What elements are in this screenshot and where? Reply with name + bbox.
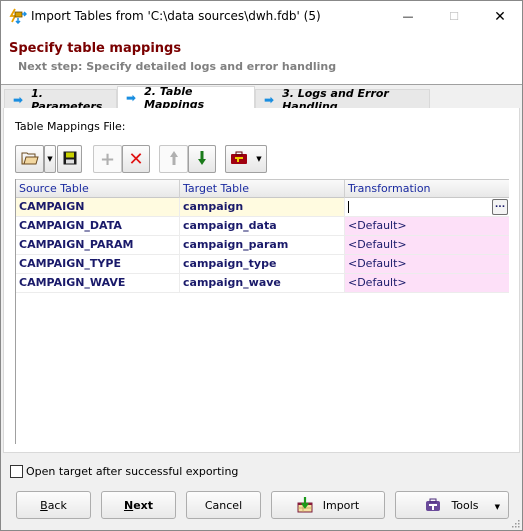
next-mnemonic: N (123, 498, 134, 512)
open-target-checkbox[interactable] (10, 464, 23, 478)
arrow-right-icon: ➡ (264, 92, 275, 107)
tools-button[interactable]: Tools ▼ (395, 491, 509, 519)
chevron-down-icon: ▼ (494, 503, 500, 511)
transformation-cell[interactable]: <Default> (345, 236, 509, 254)
wizard-tabs: ➡ 1. Parameters ➡ 3. Logs and Error Hand… (1, 84, 522, 113)
transformation-cell[interactable]: <Default> (345, 274, 509, 292)
arrow-up-icon (169, 150, 179, 169)
chevron-down-icon: ▼ (47, 155, 53, 163)
column-header-target[interactable]: Target Table (180, 180, 345, 198)
ellipsis-button[interactable]: ... (492, 199, 508, 215)
minimize-icon: — (402, 10, 414, 23)
text-caret (348, 201, 349, 213)
arrow-right-icon: ➡ (13, 92, 24, 107)
maximize-icon: ☐ (449, 10, 459, 23)
next-button[interactable]: Next (101, 491, 176, 519)
arrow-down-icon (197, 150, 207, 169)
arrow-right-icon: ➡ (126, 91, 137, 105)
open-target-option[interactable]: Open target after successful exporting (10, 463, 238, 479)
back-mnemonic: B (40, 498, 48, 512)
floppy-disk-icon (63, 151, 77, 168)
step-title: Specify table mappings (9, 41, 182, 56)
source-table-cell[interactable]: CAMPAIGN_WAVE (16, 274, 180, 292)
open-mappings-dropdown[interactable]: ▼ (44, 145, 56, 173)
close-button[interactable]: ✕ (477, 1, 523, 32)
table-row[interactable]: CAMPAIGN campaign ... (16, 198, 509, 217)
mapping-tools-button[interactable]: ▼ (225, 145, 267, 173)
source-table-cell[interactable]: CAMPAIGN_PARAM (16, 236, 180, 254)
toolbox-icon (425, 498, 441, 512)
move-down-button[interactable] (188, 145, 216, 173)
tab-parameters[interactable]: ➡ 1. Parameters (4, 87, 117, 113)
delete-icon: ✕ (128, 148, 144, 170)
folder-open-icon (21, 151, 39, 168)
target-table-cell[interactable]: campaign_param (180, 236, 345, 254)
table-row[interactable]: CAMPAIGN_TYPE campaign_type <Default> (16, 255, 509, 274)
tab-logs-and-error-handling[interactable]: ➡ 3. Logs and Error Handling (255, 87, 430, 113)
target-table-cell[interactable]: campaign (180, 198, 345, 216)
open-target-label: Open target after successful exporting (26, 464, 239, 478)
table-mappings-page: Table Mappings File: ▼ + ✕ ▼ Source Tabl… (3, 108, 520, 453)
chevron-down-icon: ▼ (256, 155, 262, 163)
target-table-cell[interactable]: campaign_type (180, 255, 345, 273)
transformation-cell[interactable]: <Default> (345, 255, 509, 273)
source-table-cell[interactable]: CAMPAIGN_TYPE (16, 255, 180, 273)
delete-mapping-button[interactable]: ✕ (122, 145, 150, 173)
target-table-cell[interactable]: campaign_wave (180, 274, 345, 292)
wizard-header: Specify table mappings Next step: Specif… (1, 32, 522, 84)
transformation-editor[interactable]: ... (345, 198, 509, 216)
open-mappings-button[interactable] (15, 145, 44, 173)
cancel-label: Cancel (204, 498, 243, 512)
tools-label: Tools (451, 498, 479, 512)
table-row[interactable]: CAMPAIGN_DATA campaign_data <Default> (16, 217, 509, 236)
import-label: Import (322, 498, 360, 512)
next-step-hint: Next step: Specify detailed logs and err… (18, 60, 337, 73)
import-tables-dialog: Import Tables from 'C:\data sources\dwh.… (0, 0, 523, 531)
app-icon (9, 8, 28, 25)
cancel-button[interactable]: Cancel (186, 491, 261, 519)
back-button[interactable]: Back (16, 491, 91, 519)
grid-header: Source Table Target Table Transformation (16, 179, 509, 198)
column-header-source[interactable]: Source Table (16, 180, 180, 198)
move-up-button[interactable] (159, 145, 188, 173)
target-table-cell[interactable]: campaign_data (180, 217, 345, 235)
mappings-grid: Source Table Target Table Transformation… (15, 179, 509, 444)
next-label: ext (133, 498, 154, 512)
plus-icon: + (99, 148, 116, 170)
back-label: ack (47, 498, 67, 512)
save-mappings-button[interactable] (57, 145, 82, 173)
resize-grip[interactable] (510, 518, 520, 528)
maximize-button[interactable]: ☐ (431, 1, 477, 32)
title-bar: Import Tables from 'C:\data sources\dwh.… (1, 1, 522, 32)
window-title: Import Tables from 'C:\data sources\dwh.… (31, 9, 321, 23)
import-icon (297, 497, 313, 513)
transformation-cell[interactable]: <Default> (345, 217, 509, 235)
source-table-cell[interactable]: CAMPAIGN_DATA (16, 217, 180, 235)
close-icon: ✕ (494, 8, 506, 25)
import-button[interactable]: Import (271, 491, 385, 519)
add-mapping-button[interactable]: + (93, 145, 122, 173)
tab-table-mappings[interactable]: ➡ 2. Table Mappings (117, 85, 255, 111)
source-table-cell[interactable]: CAMPAIGN (16, 198, 180, 216)
toolbox-icon (230, 151, 248, 168)
minimize-button[interactable]: — (385, 1, 431, 32)
table-row[interactable]: CAMPAIGN_WAVE campaign_wave <Default> (16, 274, 509, 293)
mappings-file-label: Table Mappings File: (15, 120, 126, 133)
table-row[interactable]: CAMPAIGN_PARAM campaign_param <Default> (16, 236, 509, 255)
column-header-transformation[interactable]: Transformation (345, 180, 509, 198)
